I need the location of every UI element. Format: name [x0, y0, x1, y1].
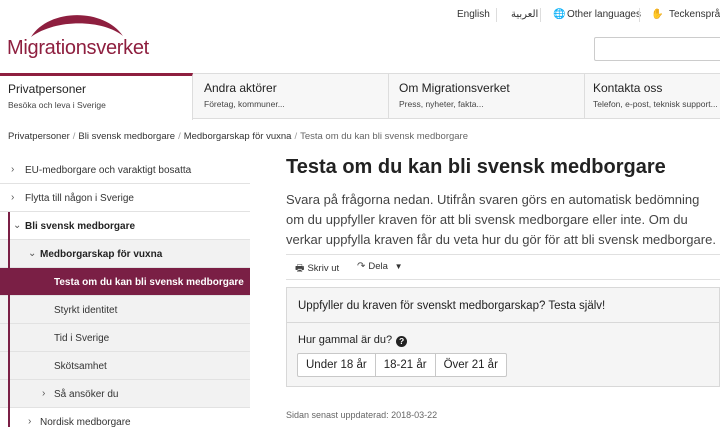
search-input[interactable]: [594, 37, 720, 61]
page-title: Testa om du kan bli svensk medborgare: [286, 156, 666, 178]
print-button[interactable]: 🖶 Skriv ut: [295, 261, 339, 278]
nav-privatpersoner[interactable]: Privatpersoner Besöka och leva i Sverige: [0, 73, 193, 120]
divider: [639, 8, 640, 22]
sidebar-item-label: Nordisk medborgare: [40, 417, 131, 427]
quiz-title: Uppfyller du kraven för svenskt medborga…: [298, 300, 606, 312]
sidebar-item-label: Så ansöker du: [54, 389, 119, 400]
sidebar-item-medborgarskap-vuxna[interactable]: ⌄ Medborgarskap för vuxna: [0, 240, 250, 268]
sidebar-item-bli-svensk-medborgare[interactable]: ⌄ Bli svensk medborgare: [0, 212, 250, 240]
chevron-right-icon: ›: [42, 388, 46, 399]
eligibility-quiz: Uppfyller du kraven för svenskt medborga…: [286, 287, 720, 387]
nav-title: Andra aktörer: [204, 81, 277, 95]
divider: [496, 8, 497, 22]
sidebar-item-flytta[interactable]: › Flytta till någon i Sverige: [0, 184, 250, 212]
chevron-right-icon: ›: [11, 164, 15, 175]
sidebar-item-label: Medborgarskap för vuxna: [40, 249, 163, 260]
print-icon: 🖶: [295, 263, 305, 274]
breadcrumb-link[interactable]: Privatpersoner: [8, 131, 70, 142]
other-languages-link[interactable]: Other languages: [567, 9, 641, 20]
sidebar-item-tid-i-sverige[interactable]: Tid i Sverige: [0, 324, 250, 352]
sidebar-item-label: Testa om du kan bli svensk medborgare: [54, 277, 244, 288]
sidebar-item-sa-ansoker-du[interactable]: › Så ansöker du: [0, 380, 250, 408]
age-18-21-button[interactable]: 18-21 år: [374, 353, 436, 377]
nav-subtitle: Press, nyheter, fakta...: [399, 99, 484, 109]
sidebar-item-nordisk-medborgare[interactable]: › Nordisk medborgare: [0, 408, 250, 427]
english-link[interactable]: English: [457, 9, 490, 20]
sidebar: › EU-medborgare och varaktigt bosatta › …: [0, 156, 250, 427]
sidebar-active-rail: [8, 212, 10, 427]
breadcrumb: Privatpersoner / Bli svensk medborgare / Med…: [8, 131, 468, 142]
sidebar-item-label: Flytta till någon i Sverige: [25, 193, 134, 204]
sidebar-item-label: Skötsamhet: [54, 361, 107, 372]
sidebar-item-label: Bli svensk medborgare: [25, 221, 136, 232]
breadcrumb-current: Testa om du kan bli svensk medborgare: [300, 131, 468, 142]
chevron-down-icon: ⌄: [13, 220, 22, 231]
age-options: Under 18 år 18-21 år Över 21 år: [297, 353, 507, 377]
globe-icon: 🌐: [553, 9, 566, 20]
question-text: Hur gammal är du?: [298, 334, 393, 346]
nav-kontakta-oss[interactable]: Kontakta oss Telefon, e-post, teknisk su…: [585, 74, 720, 119]
divider: [540, 8, 541, 22]
nav-subtitle: Telefon, e-post, teknisk support...: [593, 99, 718, 109]
print-label: Skriv ut: [307, 263, 340, 274]
question-label: Hur gammal är du??: [298, 334, 408, 347]
intro-text: Svara på frågorna nedan. Utifrån svaren …: [286, 192, 716, 247]
main-navigation: Privatpersoner Besöka och leva i Sverige…: [0, 73, 720, 120]
nav-om-migrationsverket[interactable]: Om Migrationsverket Press, nyheter, fakt…: [389, 74, 585, 119]
logo-text: Migrationsverket: [7, 37, 149, 59]
chevron-right-icon: ›: [28, 416, 32, 427]
nav-title: Kontakta oss: [593, 81, 663, 95]
sidebar-item-skotsamhet[interactable]: Skötsamhet: [0, 352, 250, 380]
age-under-18-button[interactable]: Under 18 år: [297, 353, 376, 377]
sidebar-item-testa[interactable]: Testa om du kan bli svensk medborgare: [0, 268, 250, 296]
quiz-header: Uppfyller du kraven för svenskt medborga…: [287, 288, 720, 323]
breadcrumb-link[interactable]: Bli svensk medborgare: [78, 131, 175, 142]
breadcrumb-link[interactable]: Medborgarskap för vuxna: [184, 131, 292, 142]
nav-subtitle: Företag, kommuner...: [204, 99, 285, 109]
sidebar-item-styrkt-identitet[interactable]: Styrkt identitet: [0, 296, 250, 324]
top-links: English العربية 🌐 Other languages ✋ Teck…: [0, 8, 720, 22]
help-icon[interactable]: ?: [396, 336, 408, 347]
share-label: Dela: [368, 261, 388, 272]
caret-down-icon: ▼: [394, 262, 403, 271]
page-tools: 🖶 Skriv ut ↷ Dela ▼: [286, 254, 720, 280]
chevron-down-icon: ⌄: [28, 248, 37, 259]
nav-subtitle: Besöka och leva i Sverige: [8, 100, 106, 110]
nav-andra-aktorer[interactable]: Andra aktörer Företag, kommuner...: [193, 74, 389, 119]
share-icon: ↷: [357, 261, 366, 272]
arabic-link[interactable]: العربية: [511, 9, 538, 20]
age-over-21-button[interactable]: Över 21 år: [434, 353, 507, 377]
nav-title: Om Migrationsverket: [399, 81, 510, 95]
hand-icon: ✋: [651, 9, 664, 20]
share-button[interactable]: ↷ Dela ▼: [357, 261, 403, 272]
sidebar-item-label: Tid i Sverige: [54, 333, 110, 344]
sidebar-item-label: EU-medborgare och varaktigt bosatta: [25, 165, 192, 176]
sign-language-link[interactable]: Teckenspråk: [669, 9, 720, 20]
sidebar-item-label: Styrkt identitet: [54, 305, 118, 316]
sidebar-item-eu-medborgare[interactable]: › EU-medborgare och varaktigt bosatta: [0, 156, 250, 184]
last-updated: Sidan senast uppdaterad: 2018-03-22: [286, 410, 438, 420]
chevron-right-icon: ›: [11, 192, 15, 203]
nav-title: Privatpersoner: [8, 82, 87, 96]
